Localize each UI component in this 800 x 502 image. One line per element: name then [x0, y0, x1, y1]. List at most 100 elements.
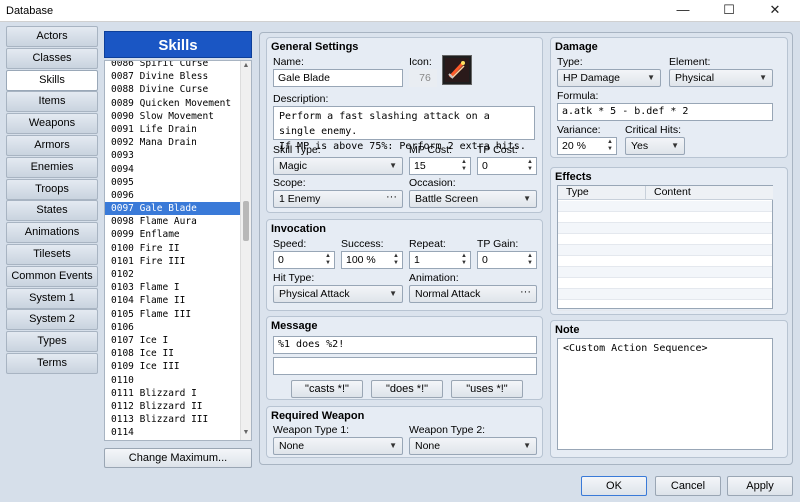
spin-arrows-icon[interactable]: ▲▼: [461, 253, 467, 267]
list-item[interactable]: 0105 Flame III: [105, 308, 241, 321]
scroll-thumb[interactable]: [243, 201, 249, 241]
scroll-down-icon[interactable]: ▼: [241, 429, 251, 439]
list-item[interactable]: 0090 Slow Movement: [105, 110, 241, 123]
table-row[interactable]: [558, 201, 772, 212]
tab-system-1[interactable]: System 1: [6, 288, 98, 309]
list-item[interactable]: 0091 Life Drain: [105, 123, 241, 136]
list-item[interactable]: 0097 Gale Blade: [105, 202, 241, 215]
spin-arrows-icon[interactable]: ▲▼: [607, 139, 613, 153]
formula-field[interactable]: a.atk * 5 - b.def * 2: [557, 103, 773, 121]
table-row[interactable]: [558, 212, 772, 223]
list-item[interactable]: 0111 Blizzard I: [105, 387, 241, 400]
table-row[interactable]: [558, 223, 772, 234]
occasion-select[interactable]: Battle Screen▼: [409, 190, 537, 208]
description-field[interactable]: Perform a fast slashing attack on a sing…: [273, 106, 535, 140]
tab-actors[interactable]: Actors: [6, 26, 98, 47]
list-item[interactable]: 0104 Flame II: [105, 294, 241, 307]
list-item[interactable]: 0098 Flame Aura: [105, 215, 241, 228]
success-stepper[interactable]: 100 %▲▼: [341, 251, 403, 269]
table-row[interactable]: [558, 289, 772, 300]
tab-troops[interactable]: Troops: [6, 179, 98, 200]
tab-tilesets[interactable]: Tilesets: [6, 244, 98, 265]
list-item[interactable]: 0087 Divine Bless: [105, 70, 241, 83]
list-item[interactable]: 0113 Blizzard III: [105, 413, 241, 426]
does-button[interactable]: "does *!": [371, 380, 443, 398]
effects-col-type[interactable]: Type: [558, 186, 646, 200]
variance-stepper[interactable]: 20 %▲▼: [557, 137, 617, 155]
list-item[interactable]: 0099 Enflame: [105, 228, 241, 241]
list-item[interactable]: 0102: [105, 268, 241, 281]
icon-picker[interactable]: [442, 55, 472, 85]
casts-button[interactable]: "casts *!": [291, 380, 363, 398]
skill-type-select[interactable]: Magic▼: [273, 157, 403, 175]
list-item[interactable]: 0096: [105, 189, 241, 202]
effects-table[interactable]: Type Content: [557, 185, 773, 309]
change-maximum-button[interactable]: Change Maximum...: [104, 448, 252, 468]
tab-types[interactable]: Types: [6, 331, 98, 352]
ok-button[interactable]: OK: [581, 476, 647, 496]
list-item[interactable]: 0093: [105, 149, 241, 162]
list-item[interactable]: 0095: [105, 176, 241, 189]
spin-arrows-icon[interactable]: ▲▼: [393, 253, 399, 267]
damage-type-select[interactable]: HP Damage▼: [557, 69, 661, 87]
tab-items[interactable]: Items: [6, 91, 98, 112]
repeat-stepper[interactable]: 1▲▼: [409, 251, 471, 269]
list-item[interactable]: 0100 Fire II: [105, 242, 241, 255]
list-item[interactable]: 0089 Quicken Movement: [105, 97, 241, 110]
message-line-2[interactable]: [273, 357, 537, 375]
list-item[interactable]: 0110: [105, 374, 241, 387]
list-item[interactable]: 0101 Fire III: [105, 255, 241, 268]
list-item[interactable]: 0108 Ice II: [105, 347, 241, 360]
hit-type-select[interactable]: Physical Attack▼: [273, 285, 403, 303]
uses-button[interactable]: "uses *!": [451, 380, 523, 398]
weapon-type-1-select[interactable]: None▼: [273, 437, 403, 455]
tab-states[interactable]: States: [6, 200, 98, 221]
skills-list[interactable]: 0086 Spirit Curse0087 Divine Bless0088 D…: [104, 60, 252, 441]
table-row[interactable]: [558, 245, 772, 256]
maximize-button[interactable]: ☐: [706, 0, 752, 22]
table-row[interactable]: [558, 256, 772, 267]
list-item[interactable]: 0107 Ice I: [105, 334, 241, 347]
spin-arrows-icon[interactable]: ▲▼: [527, 159, 533, 173]
list-scrollbar[interactable]: ▲ ▼: [240, 61, 251, 440]
tab-skills[interactable]: Skills: [6, 70, 98, 91]
list-item[interactable]: 0088 Divine Curse: [105, 83, 241, 96]
tab-enemies[interactable]: Enemies: [6, 157, 98, 178]
close-button[interactable]: ✕: [752, 0, 798, 22]
tab-weapons[interactable]: Weapons: [6, 113, 98, 134]
minimize-button[interactable]: —: [660, 0, 706, 22]
list-item[interactable]: 0086 Spirit Curse: [105, 60, 241, 70]
tab-armors[interactable]: Armors: [6, 135, 98, 156]
tab-animations[interactable]: Animations: [6, 222, 98, 243]
effects-col-content[interactable]: Content: [646, 186, 773, 200]
list-item[interactable]: 0103 Flame I: [105, 281, 241, 294]
table-row[interactable]: [558, 234, 772, 245]
weapon-type-2-select[interactable]: None▼: [409, 437, 537, 455]
list-item[interactable]: 0109 Ice III: [105, 360, 241, 373]
list-item[interactable]: 0106: [105, 321, 241, 334]
tab-common-events[interactable]: Common Events: [6, 266, 98, 287]
name-field[interactable]: Gale Blade: [273, 69, 403, 87]
table-row[interactable]: [558, 267, 772, 278]
tp-gain-stepper[interactable]: 0▲▼: [477, 251, 537, 269]
list-item[interactable]: 0112 Blizzard II: [105, 400, 241, 413]
note-field[interactable]: <Custom Action Sequence>: [557, 338, 773, 450]
tp-cost-stepper[interactable]: 0▲▼: [477, 157, 537, 175]
element-select[interactable]: Physical▼: [669, 69, 773, 87]
apply-button[interactable]: Apply: [727, 476, 793, 496]
message-line-1[interactable]: %1 does %2!: [273, 336, 537, 354]
scroll-up-icon[interactable]: ▲: [241, 62, 251, 72]
list-item[interactable]: 0094: [105, 163, 241, 176]
spin-arrows-icon[interactable]: ▲▼: [527, 253, 533, 267]
tab-classes[interactable]: Classes: [6, 48, 98, 69]
list-item[interactable]: 0092 Mana Drain: [105, 136, 241, 149]
table-row[interactable]: [558, 278, 772, 289]
spin-arrows-icon[interactable]: ▲▼: [461, 159, 467, 173]
critical-hits-select[interactable]: Yes▼: [625, 137, 685, 155]
cancel-button[interactable]: Cancel: [655, 476, 721, 496]
scope-select[interactable]: 1 Enemy···: [273, 190, 403, 208]
list-item[interactable]: 0114: [105, 426, 241, 439]
spin-arrows-icon[interactable]: ▲▼: [325, 253, 331, 267]
animation-select[interactable]: Normal Attack···: [409, 285, 537, 303]
tab-terms[interactable]: Terms: [6, 353, 98, 374]
